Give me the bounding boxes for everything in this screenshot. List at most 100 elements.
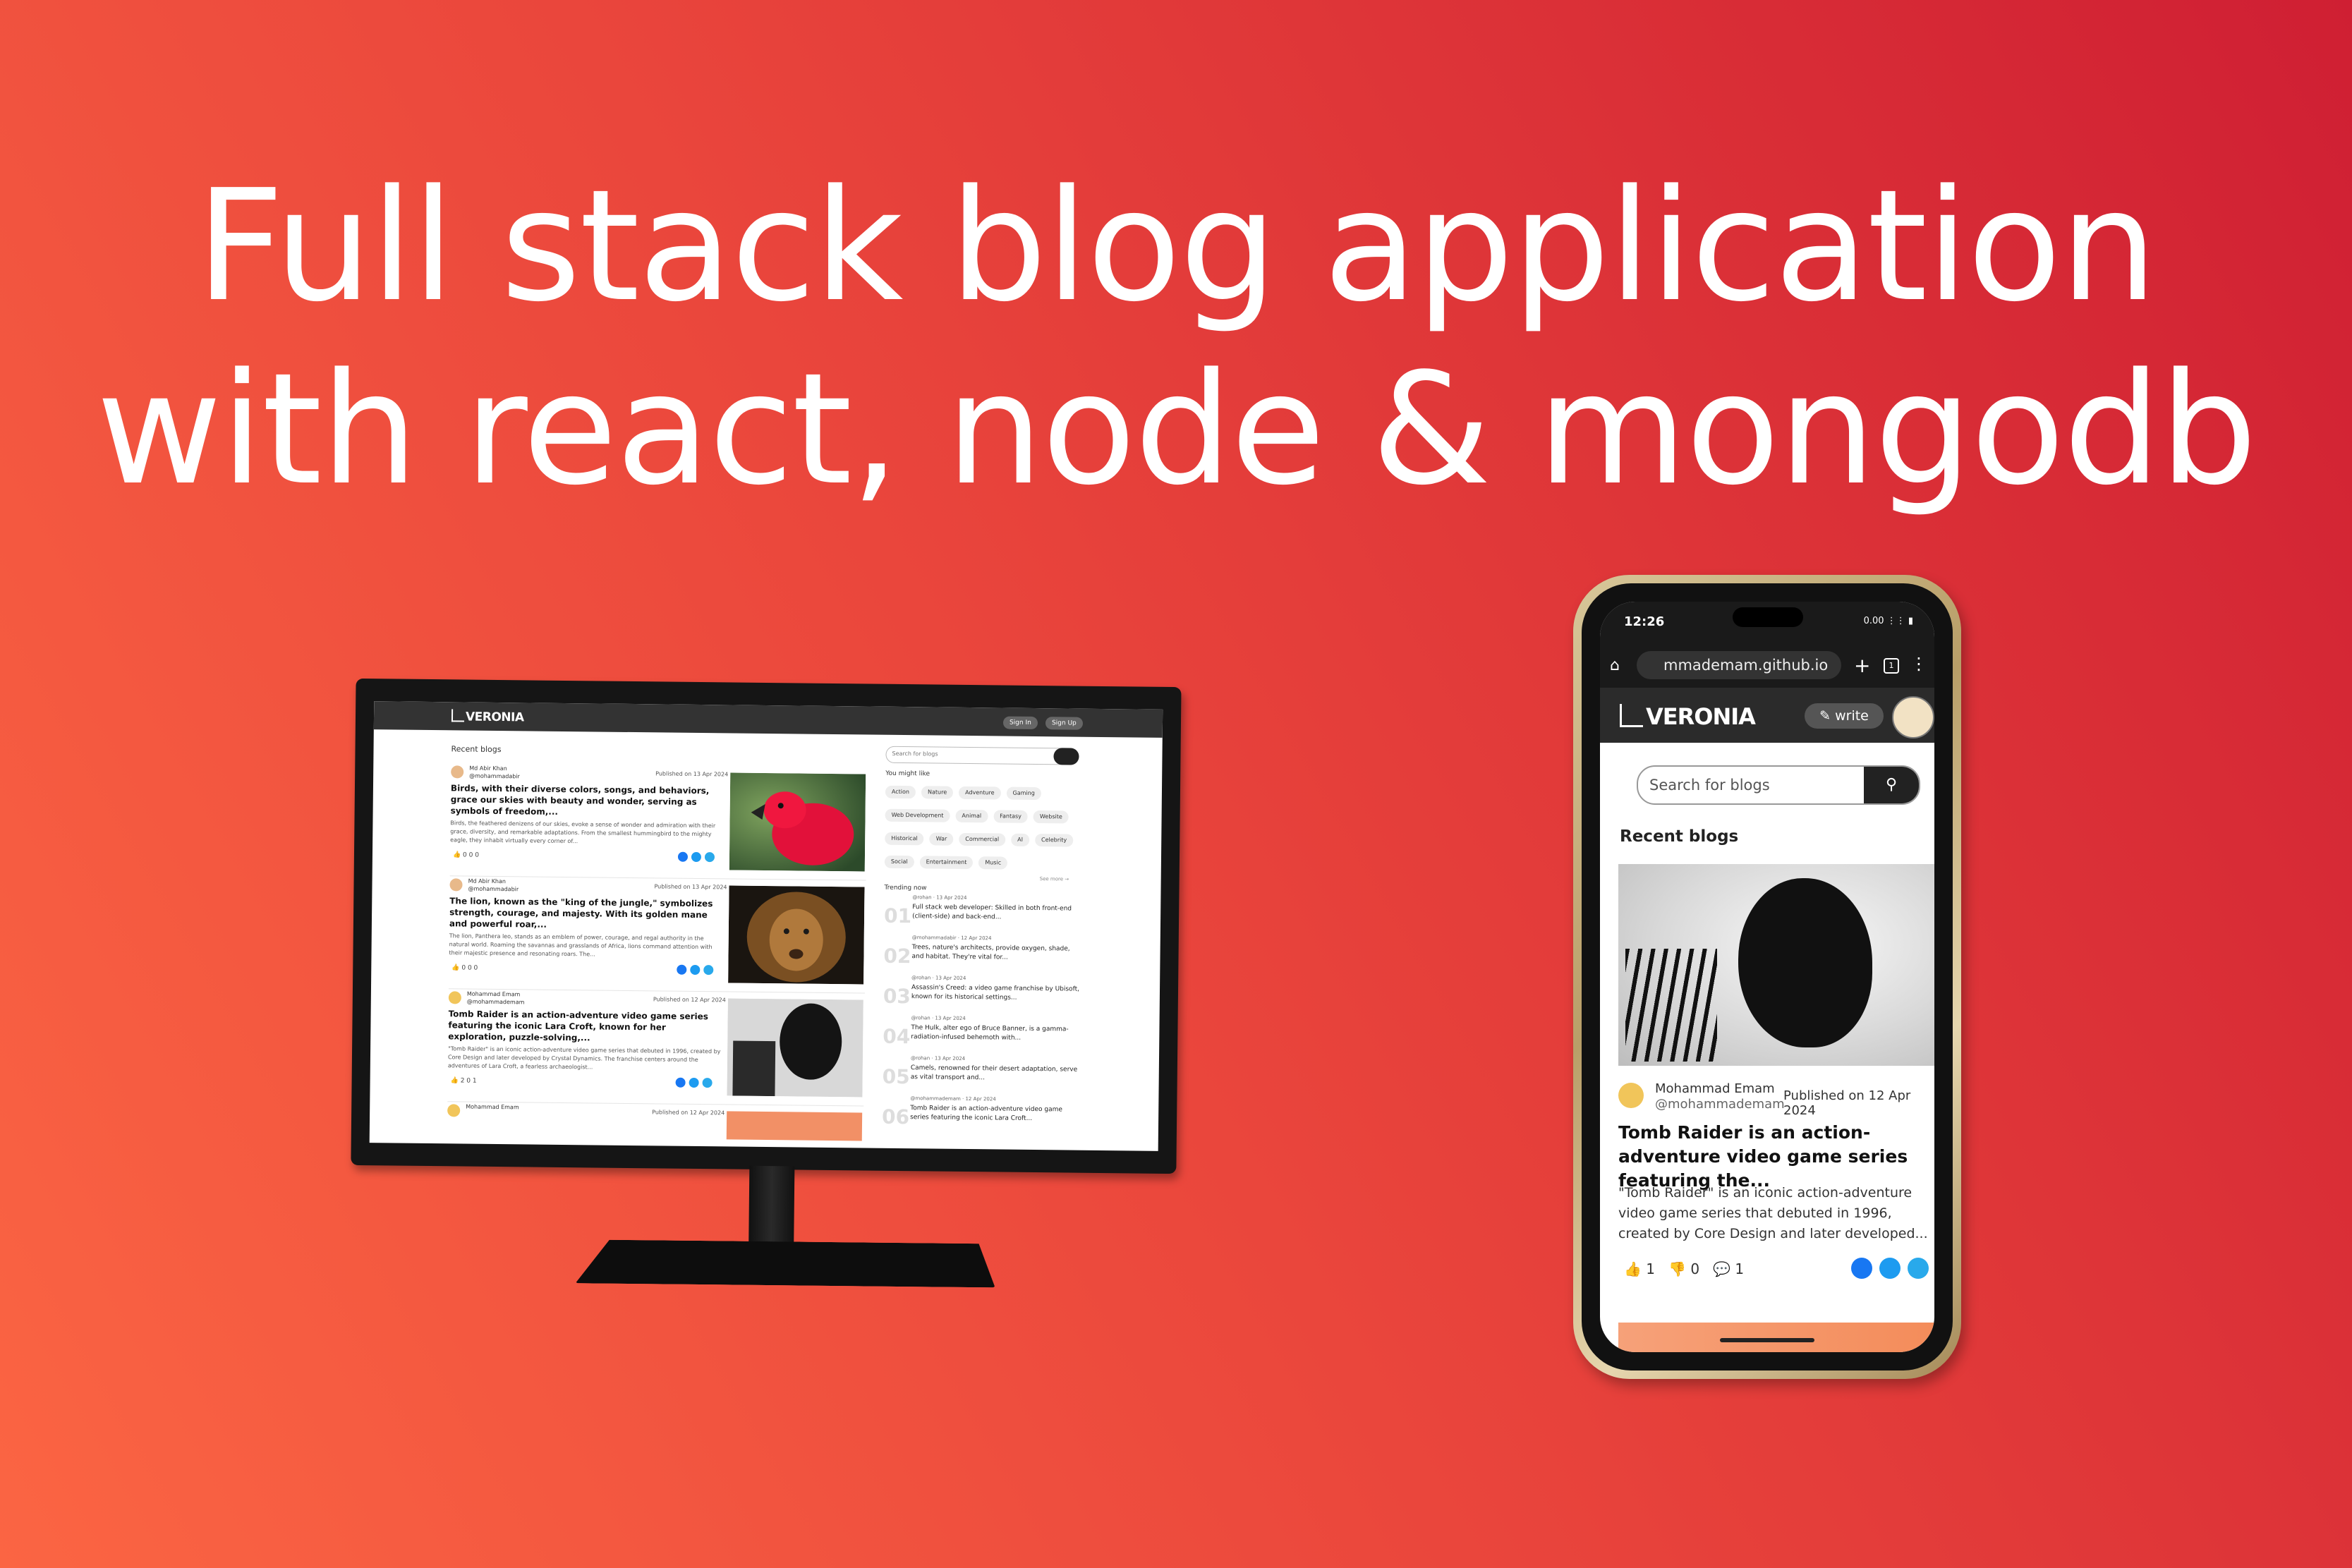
more-menu-icon[interactable]: ⋮ <box>1910 654 1927 674</box>
home-indicator[interactable] <box>1720 1338 1814 1342</box>
tag-chip[interactable]: Entertainment <box>919 856 974 870</box>
blog-title[interactable]: The lion, known as the "king of the jung… <box>449 895 725 932</box>
facebook-icon[interactable] <box>675 1077 686 1088</box>
author-name: Mohammad Emam @mohammademam <box>1655 1081 1785 1112</box>
dislike-icon[interactable]: 👎 <box>1668 1260 1686 1277</box>
twitter-icon[interactable] <box>691 851 702 863</box>
home-icon[interactable]: ⌂ <box>1610 657 1620 674</box>
phone-bezel: 12:26 0.00 ⋮⋮ ▮ ⌂ mmademam.github.io + 1… <box>1582 583 1953 1371</box>
trending-rank: 02 <box>883 944 911 968</box>
new-tab-icon[interactable]: + <box>1854 654 1870 677</box>
tag-chip[interactable]: Nature <box>921 786 954 799</box>
see-more-link[interactable]: See more → <box>1040 876 1069 882</box>
parrot-thumbnail[interactable] <box>729 772 866 872</box>
sign-up-button[interactable]: Sign Up <box>1045 717 1083 730</box>
trending-item[interactable]: 03 @rohan · 13 Apr 2024 Assassin's Creed: … <box>883 975 1081 1016</box>
sign-in-button[interactable]: Sign In <box>1002 716 1038 730</box>
trending-item[interactable]: 04 @rohan · 13 Apr 2024 The Hulk, alter eg… <box>883 1015 1081 1057</box>
publish-date: Published on 12 Apr 2024 <box>652 1109 725 1117</box>
facebook-icon[interactable] <box>1851 1258 1872 1279</box>
search-placeholder: Search for blogs <box>892 750 938 758</box>
blog-card[interactable]: Md Abir Khan @mohammadabir Published on 1… <box>449 762 868 881</box>
telegram-icon[interactable] <box>1908 1258 1929 1279</box>
blog-stats: 👍 1 👎 0 💬 1 <box>1624 1260 1745 1277</box>
trending-title: Assassin's Creed: a video game franchise… <box>911 984 1080 1002</box>
trending-item[interactable]: 02 @mohammadabir · 12 Apr 2024 Trees, natu… <box>883 935 1081 976</box>
like-icon: 👍 <box>451 964 460 972</box>
telegram-icon[interactable] <box>704 852 715 863</box>
blog-title[interactable]: Tomb Raider is an action-adventure video… <box>448 1008 723 1045</box>
tag-chip[interactable]: Celebrity <box>1034 833 1074 847</box>
tag-chip[interactable]: Web Development <box>885 808 950 822</box>
lion-thumbnail[interactable] <box>728 885 865 985</box>
tag-chip[interactable]: Commercial <box>959 832 1006 846</box>
desktop-logo[interactable]: VERONIA <box>451 709 524 724</box>
avatar <box>1618 1083 1644 1108</box>
twitter-icon[interactable] <box>689 1077 699 1088</box>
twitter-icon[interactable] <box>690 964 701 976</box>
tag-chip[interactable]: Social <box>884 855 914 869</box>
avatar <box>451 765 464 779</box>
tag-chip[interactable]: War <box>929 832 954 846</box>
mobile-navbar: VERONIA ✎ write <box>1600 688 1934 743</box>
trending-meta: @mohammadabir · 12 Apr 2024 <box>911 935 992 942</box>
like-icon[interactable]: 👍 <box>1624 1260 1642 1277</box>
tag-chip[interactable]: Gaming <box>1006 786 1041 801</box>
trending-item[interactable]: 05 @rohan · 13 Apr 2024 Camels, renowned f… <box>882 1055 1080 1097</box>
blog-stats: 👍 2 0 1 <box>450 1077 477 1085</box>
twitter-icon[interactable] <box>1879 1258 1901 1279</box>
tag-chip[interactable]: Action <box>885 785 916 799</box>
facebook-icon[interactable] <box>677 851 689 862</box>
telegram-icon[interactable] <box>702 1078 713 1088</box>
arrows-quiver <box>1625 949 1717 1062</box>
mobile-logo[interactable]: VERONIA <box>1620 703 1756 730</box>
brand-name: VERONIA <box>1646 703 1756 730</box>
next-blog-thumbnail[interactable] <box>1618 1323 1934 1352</box>
tag-list: Action Nature Adventure Gaming Web Developme… <box>884 783 1083 878</box>
camera-notch <box>1733 607 1803 627</box>
blog-card[interactable]: Mohammad Emam @mohammademam Published on … <box>447 988 865 1107</box>
blog-card[interactable]: Md Abir Khan @mohammadabir Published on 1… <box>448 875 866 994</box>
tag-chip[interactable]: Adventure <box>959 786 1001 800</box>
blog-title[interactable]: Tomb Raider is an action-adventure video… <box>1618 1121 1929 1193</box>
telegram-icon[interactable] <box>703 965 714 976</box>
desktop-monitor: VERONIA Sign In Sign Up Recent blogs Md … <box>349 678 1182 1301</box>
comment-icon[interactable]: 💬 <box>1713 1260 1730 1277</box>
search-input[interactable]: Search for blogs <box>885 746 1079 765</box>
avatar <box>449 878 463 892</box>
write-button[interactable]: ✎ write <box>1805 703 1884 729</box>
logo-icon <box>451 709 465 722</box>
desktop-navbar: VERONIA Sign In Sign Up <box>373 701 1163 738</box>
tomb-raider-banner[interactable] <box>1618 864 1934 1066</box>
phone-screen: 12:26 0.00 ⋮⋮ ▮ ⌂ mmademam.github.io + 1… <box>1600 602 1934 1352</box>
search-icon[interactable] <box>1053 748 1079 765</box>
blog-card[interactable]: Mohammad Emam Published on 12 Apr 2024 <box>447 1101 864 1151</box>
search-icon[interactable]: ⚲ <box>1864 767 1919 803</box>
blog-description: Birds, the feathered denizens of our ski… <box>450 820 716 845</box>
status-time: 12:26 <box>1624 614 1665 629</box>
url-bar[interactable]: mmademam.github.io <box>1637 651 1841 679</box>
tag-chip[interactable]: Animal <box>955 809 988 823</box>
tab-count-button[interactable]: 1 <box>1884 658 1899 674</box>
tag-chip[interactable]: AI <box>1011 833 1030 846</box>
trending-title: Camels, renowned for their desert adapta… <box>910 1064 1078 1082</box>
share-buttons <box>674 851 715 865</box>
author-name: Md Abir Khan @mohammadabir <box>469 765 520 780</box>
blog-title[interactable]: Birds, with their diverse colors, songs,… <box>451 782 726 819</box>
search-input[interactable]: Search for blogs ⚲ <box>1637 765 1920 805</box>
tag-chip[interactable]: Website <box>1033 810 1069 824</box>
user-avatar[interactable] <box>1892 696 1934 739</box>
trending-item[interactable]: 01 @rohan · 13 Apr 2024 Full stack web dev… <box>884 894 1082 936</box>
tag-chip[interactable]: Historical <box>885 832 924 846</box>
trending-label: Trending now <box>884 884 927 892</box>
tag-chip[interactable]: Fantasy <box>993 810 1028 823</box>
browser-toolbar: ⌂ mmademam.github.io + 1 ⋮ <box>1600 644 1934 688</box>
trending-title: Full stack web developer: Skilled in bot… <box>912 904 1072 921</box>
tag-chip[interactable]: Music <box>978 856 1008 870</box>
author-name: Md Abir Khan @mohammadabir <box>468 877 519 893</box>
facebook-icon[interactable] <box>677 964 687 975</box>
trending-rank: 06 <box>881 1105 910 1129</box>
blog-thumbnail[interactable] <box>726 1111 863 1141</box>
tomb-raider-thumbnail[interactable] <box>727 998 863 1098</box>
trending-item[interactable]: 06 @mohammademam · 12 Apr 2024 Tomb Raider… <box>882 1095 1080 1137</box>
